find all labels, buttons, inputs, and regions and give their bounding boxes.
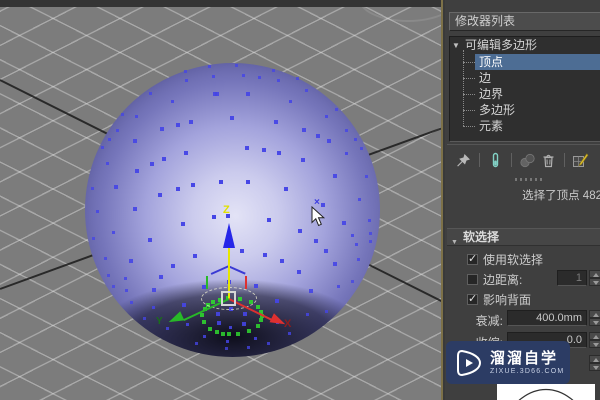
soft-selection-falloff-curve	[497, 384, 595, 400]
stack-item-editable-poly[interactable]: 可编辑多边形	[450, 37, 600, 54]
edge-distance-spinner[interactable]	[589, 270, 600, 286]
gizmo-z-arrow-icon[interactable]	[223, 223, 235, 248]
spinner-up-icon[interactable]	[589, 355, 600, 363]
edge-distance-label: 边距离:	[483, 273, 523, 287]
make-unique-icon[interactable]	[519, 152, 536, 169]
stack-item-vertex-label: 顶点	[475, 54, 600, 70]
rollout-drag-handle[interactable]	[515, 178, 545, 181]
gizmo-z-plane-handle[interactable]	[210, 265, 229, 275]
use-soft-selection-row[interactable]: 使用软选择	[467, 251, 543, 268]
affect-backfacing-row[interactable]: 影响背面	[467, 291, 531, 308]
stack-item-polygon[interactable]: 多边形	[463, 102, 600, 118]
y-axis-label: Y	[156, 316, 163, 327]
stack-item-element-label: 元素	[479, 119, 504, 133]
modifier-list-label: 修改器列表	[455, 14, 516, 28]
gizmo-z-plane-handle[interactable]	[227, 265, 246, 275]
use-soft-selection-label: 使用软选择	[483, 253, 544, 267]
x-axis-label: X	[284, 318, 292, 330]
spinner-up-icon[interactable]	[589, 270, 600, 278]
bubble-spinner[interactable]	[589, 355, 600, 371]
pinch-spinner[interactable]	[589, 332, 600, 348]
gizmo-x-plane-tick[interactable]	[245, 276, 247, 289]
app-window: Z X Y × 修改器列表 可编辑多边形 顶点 边	[0, 0, 600, 400]
falloff-field[interactable]: 400.0mm	[507, 310, 587, 326]
gizmo-y-plane-tick[interactable]	[206, 276, 208, 289]
play-logo-icon	[457, 349, 482, 376]
z-axis-label: Z	[223, 204, 230, 216]
spinner-up-icon[interactable]	[589, 332, 600, 340]
selection-status-text: 选择了顶点 482	[522, 190, 600, 202]
edge-distance-checkbox[interactable]	[467, 274, 478, 285]
gizmo-y-arrow-icon[interactable]	[166, 311, 185, 327]
configure-modifier-sets-icon[interactable]	[572, 152, 589, 169]
move-gizmo: Z X Y	[0, 0, 441, 400]
viewport-top-edge	[0, 0, 441, 7]
spinner-down-icon[interactable]	[589, 340, 600, 348]
spinner-down-icon[interactable]	[589, 318, 600, 326]
panel-divider	[447, 144, 600, 145]
modifier-stack[interactable]: 可编辑多边形 顶点 边 边界 多边形	[449, 36, 600, 142]
command-panel: 修改器列表 可编辑多边形 顶点 边 边界	[445, 0, 600, 400]
falloff-label: 衰减:	[475, 314, 503, 328]
watermark-title: 溜溜自学	[490, 350, 559, 367]
stack-item-element[interactable]: 元素	[463, 118, 600, 134]
stack-item-edge[interactable]: 边	[463, 70, 600, 86]
edge-distance-row[interactable]: 边距离:	[467, 271, 522, 288]
watermark-badge: 溜溜自学 ZIXUE.3D66.COM	[446, 341, 570, 384]
spinner-down-icon[interactable]	[589, 363, 600, 371]
mouse-cursor-icon	[311, 206, 326, 227]
affect-backfacing-label: 影响背面	[483, 293, 532, 307]
remove-modifier-trash-icon[interactable]	[540, 152, 557, 169]
gizmo-center-square[interactable]	[221, 291, 236, 306]
stack-item-border-label: 边界	[479, 87, 504, 101]
falloff-spinner[interactable]	[589, 310, 600, 326]
watermark-url: ZIXUE.3D66.COM	[490, 368, 565, 375]
spinner-up-icon[interactable]	[589, 310, 600, 318]
stack-item-vertex[interactable]: 顶点	[463, 54, 600, 70]
stack-item-edge-label: 边	[479, 71, 492, 85]
spinner-down-icon[interactable]	[589, 278, 600, 286]
perspective-viewport[interactable]: Z X Y ×	[0, 0, 443, 400]
use-soft-selection-checkbox[interactable]	[467, 252, 478, 265]
stack-item-border[interactable]: 边界	[463, 86, 600, 102]
modifier-stack-toolbar	[445, 149, 600, 171]
soft-selection-rollout-header[interactable]: 软选择	[447, 228, 600, 251]
show-end-result-icon[interactable]	[487, 152, 504, 169]
modifier-list-dropdown[interactable]: 修改器列表	[449, 12, 600, 31]
edge-distance-field[interactable]: 1	[557, 270, 587, 286]
pin-stack-icon[interactable]	[455, 152, 472, 169]
stack-item-polygon-label: 多边形	[479, 103, 516, 117]
affect-backfacing-checkbox[interactable]	[467, 292, 478, 305]
